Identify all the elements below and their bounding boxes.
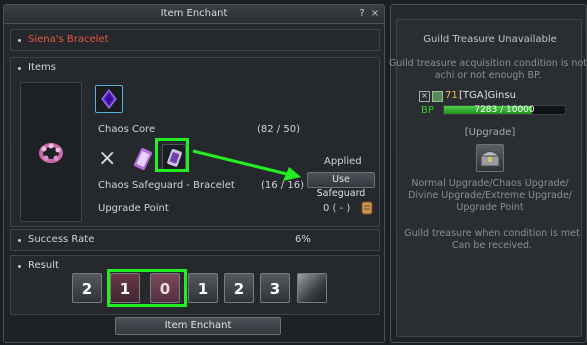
- help-button[interactable]: ?: [356, 5, 368, 23]
- success-rate-box: Success Rate 6%: [10, 229, 380, 251]
- scroll-icon[interactable]: [359, 200, 375, 216]
- purple-crystal-icon: [101, 89, 117, 109]
- member-name: [TGA]Ginsu: [459, 90, 516, 101]
- bullet-icon: [18, 265, 21, 268]
- safeguard-status: Applied: [324, 156, 362, 167]
- upgrade-point-value: 0 ( - ): [323, 203, 351, 214]
- window-titlebar[interactable]: Item Enchant ? ×: [4, 5, 384, 24]
- member-level: 71: [445, 90, 458, 101]
- treasure-chest-icon: [476, 144, 504, 172]
- item-enchant-window: Item Enchant ? × Siena's Bracelet Items: [3, 4, 385, 343]
- result-heading: Result: [28, 260, 59, 271]
- close-button[interactable]: ×: [369, 5, 381, 23]
- items-section: Items Chaos Core (82 / 50) × Chaos Safeg…: [10, 57, 380, 227]
- highlight-safeguard-slot: [155, 138, 189, 172]
- bp-bar: 7283 / 10000: [443, 105, 566, 115]
- result-value: 2: [233, 280, 245, 298]
- bracelet-icon: [39, 143, 63, 163]
- window-title: Item Enchant: [160, 8, 228, 19]
- item-name-box: Siena's Bracelet: [10, 29, 380, 51]
- safeguard-scroll-icon: [133, 148, 153, 170]
- result-slot-plus-3: 3: [260, 273, 290, 303]
- items-heading: Items: [28, 62, 56, 73]
- item-enchant-button[interactable]: Item Enchant: [115, 317, 281, 335]
- item-name: Siena's Bracelet: [28, 34, 109, 45]
- result-slot-plus-1: 1: [188, 273, 218, 303]
- bullet-icon: [18, 67, 21, 70]
- chaos-core-count: (82 / 50): [257, 124, 300, 135]
- highlight-result-slots: [107, 269, 187, 307]
- success-rate-value: 6%: [295, 234, 311, 245]
- guild-treasure-title: Guild Treasure Unavailable: [423, 34, 557, 45]
- guild-treasure-panel: Guild Treasure Unavailable Guild treasur…: [389, 4, 587, 343]
- chaos-core-slot[interactable]: [95, 85, 123, 113]
- result-slot-minus-2: 2: [72, 273, 102, 303]
- guild-treasure-box: Guild Treasure Unavailable Guild treasur…: [389, 19, 587, 337]
- upgrade-point-label: Upgrade Point: [98, 203, 169, 214]
- use-safeguard-button[interactable]: Use Safeguard: [307, 172, 375, 199]
- bullet-icon: [18, 39, 21, 42]
- destroy-icon: [297, 273, 327, 303]
- remove-safeguard-icon[interactable]: ×: [98, 148, 116, 170]
- main-item-slot[interactable]: [20, 82, 82, 222]
- result-slot-plus-2: 2: [224, 273, 254, 303]
- bp-value: 7283 / 10000: [474, 105, 535, 115]
- guild-emblem-icon: [432, 91, 443, 102]
- result-value: 2: [81, 280, 93, 298]
- chaos-core-label: Chaos Core: [98, 124, 156, 135]
- bullet-icon: [18, 239, 21, 242]
- result-value: 3: [269, 280, 281, 298]
- upgrade-heading: [Upgrade]: [464, 127, 516, 138]
- guild-treasure-footer: Guild treasure when condition is met Can…: [404, 228, 580, 251]
- guild-treasure-description: Guild treasure acquisition condition is …: [389, 58, 587, 81]
- arrow-icon: [192, 149, 301, 181]
- close-icon: ×: [419, 91, 430, 102]
- result-value: 1: [197, 280, 209, 298]
- success-rate-label: Success Rate: [28, 234, 95, 245]
- bp-label: BP: [421, 105, 434, 116]
- upgrade-types: Normal Upgrade/Chaos Upgrade/ Divine Upg…: [408, 178, 572, 213]
